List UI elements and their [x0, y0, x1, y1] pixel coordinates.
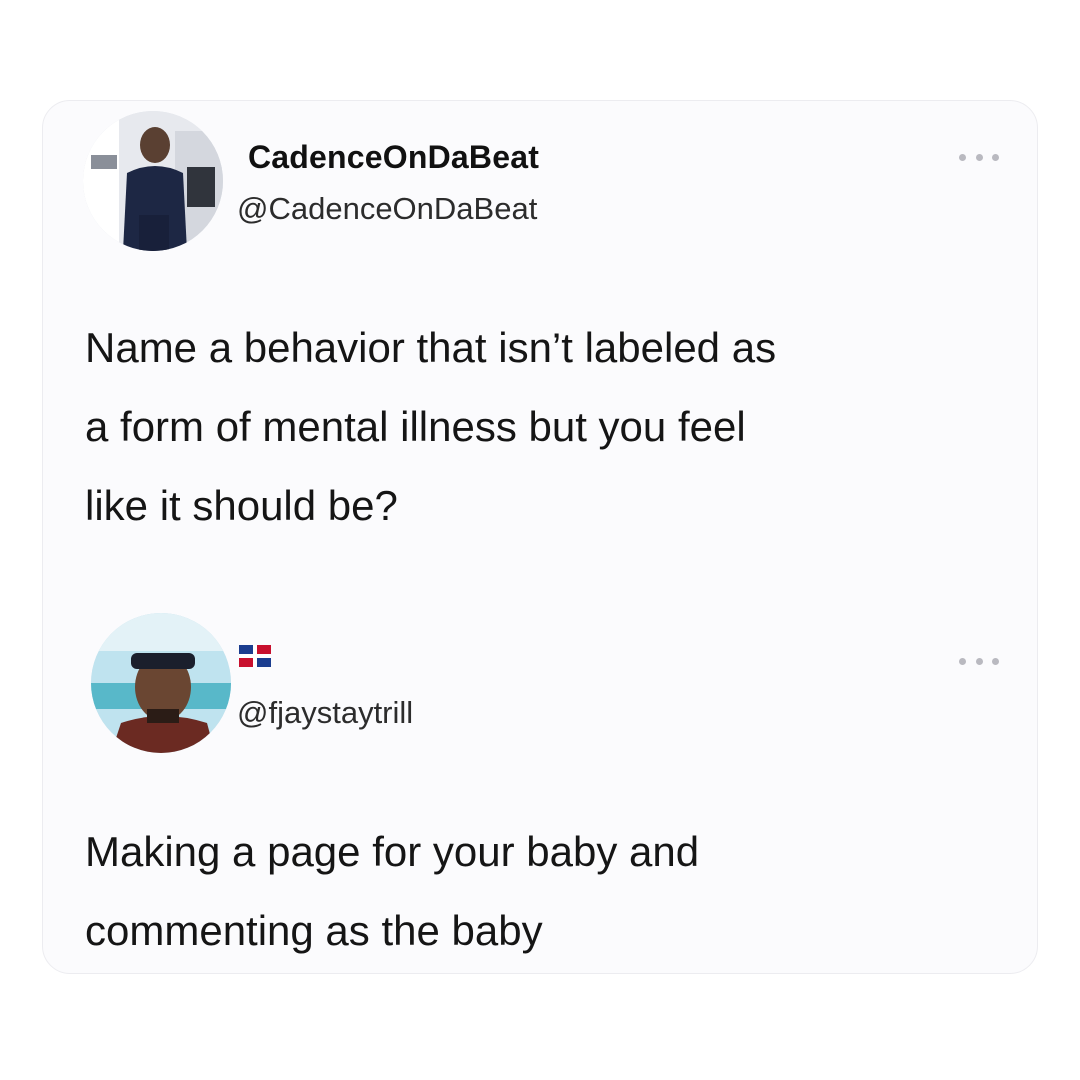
- tweet-card: CadenceOnDaBeat @CadenceOnDaBeat Name a …: [42, 100, 1038, 974]
- screenshot-page: CadenceOnDaBeat @CadenceOnDaBeat Name a …: [0, 0, 1080, 1080]
- user-handle[interactable]: @CadenceOnDaBeat: [237, 191, 537, 227]
- more-options-icon[interactable]: [959, 655, 999, 667]
- avatar-photo-icon: [91, 613, 231, 753]
- tweet-text: Name a behavior that isn’t labeled as a …: [85, 324, 777, 529]
- more-dot: [975, 657, 983, 665]
- display-name[interactable]: CadenceOnDaBeat: [248, 139, 539, 176]
- more-dot: [992, 153, 999, 161]
- reply-tweet-avatar[interactable]: [91, 613, 231, 753]
- reply-text: Making a page for your baby and commenti…: [85, 828, 700, 954]
- more-options-icon[interactable]: [959, 151, 999, 163]
- more-dot: [959, 657, 966, 665]
- dominican-republic-flag-icon: [239, 645, 271, 667]
- main-tweet-avatar[interactable]: [83, 111, 223, 251]
- more-dot: [992, 657, 999, 665]
- more-dot: [975, 153, 983, 161]
- user-handle[interactable]: @fjaystaytrill: [237, 695, 413, 731]
- avatar-photo-icon: [83, 111, 223, 251]
- more-dot: [959, 153, 966, 161]
